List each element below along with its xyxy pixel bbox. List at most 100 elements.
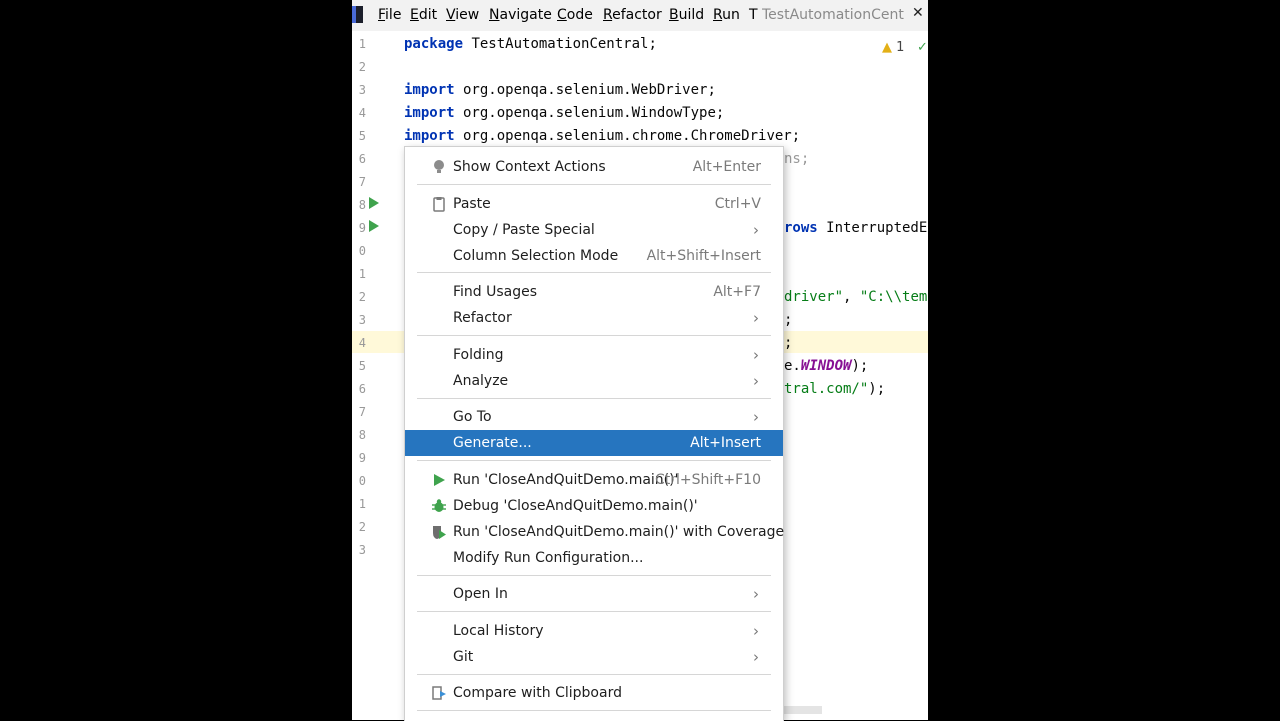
code-line: import org.openqa.selenium.WebDriver;	[404, 82, 716, 98]
lightbulb-icon	[431, 159, 447, 175]
menu-separator	[417, 272, 771, 273]
menu-item-paste[interactable]: Paste Ctrl+V	[405, 191, 783, 217]
line-number: 3	[358, 83, 366, 97]
menu-separator	[417, 575, 771, 576]
menu-item-shortcut: Ctrl+V	[714, 196, 761, 212]
line-number: 2	[358, 290, 366, 304]
chevron-right-icon: ›	[753, 372, 759, 390]
menu-item-label: Column Selection Mode	[453, 248, 619, 264]
run-gutter-icon[interactable]	[369, 220, 379, 232]
line-number: 9	[358, 451, 366, 465]
menu-item-label: Find Usages	[453, 284, 538, 300]
menu-item-find-usages[interactable]: Find Usages Alt+F7	[405, 279, 783, 305]
menu-item-label: Open In	[453, 586, 508, 602]
line-number: 6	[358, 152, 366, 166]
menu-code[interactable]: Code	[557, 7, 593, 23]
menu-item-label: Run 'CloseAndQuitDemo.main()' with Cover…	[453, 524, 785, 540]
line-number: 2	[358, 60, 366, 74]
menu-separator	[417, 184, 771, 185]
menu-item-git[interactable]: Git ›	[405, 644, 783, 670]
menu-item-shortcut: Alt+F7	[713, 284, 761, 300]
line-number: 5	[358, 129, 366, 143]
menu-item-debug[interactable]: Debug 'CloseAndQuitDemo.main()'	[405, 493, 783, 519]
menu-item-modify-run-configuration[interactable]: Modify Run Configuration...	[405, 545, 783, 571]
menu-build[interactable]: Build	[669, 7, 704, 23]
menu-separator	[417, 335, 771, 336]
menu-view[interactable]: View	[446, 7, 479, 23]
close-icon[interactable]: ✕	[912, 5, 924, 21]
run-icon	[431, 472, 447, 488]
code-line: import org.openqa.selenium.chrome.Chrome…	[404, 128, 801, 144]
menu-item-generate[interactable]: Generate... Alt+Insert	[405, 430, 783, 456]
menu-item-run-with-coverage[interactable]: Run 'CloseAndQuitDemo.main()' with Cover…	[405, 519, 785, 545]
menu-truncated[interactable]: T	[749, 7, 758, 23]
code-line-fragment: tral.com/");	[784, 381, 886, 397]
menu-bar: File Edit View Navigate Code Refactor Bu…	[352, 0, 928, 31]
code-line: import org.openqa.selenium.WindowType;	[404, 105, 725, 121]
warning-icon: ▲	[882, 40, 892, 55]
line-number: 4	[358, 336, 366, 350]
menu-item-local-history[interactable]: Local History ›	[405, 618, 783, 644]
line-number: 1	[358, 37, 366, 51]
code-line-fragment: rows InterruptedEx	[784, 220, 928, 236]
menu-item-column-selection-mode[interactable]: Column Selection Mode Alt+Shift+Insert	[405, 243, 783, 269]
run-gutter-icon[interactable]	[369, 197, 379, 209]
menu-separator	[417, 710, 771, 711]
line-number: 7	[358, 405, 366, 419]
line-number: 8	[358, 198, 366, 212]
intellij-logo-icon	[352, 6, 363, 23]
menu-run[interactable]: Run	[713, 7, 740, 23]
menu-item-shortcut: Alt+Enter	[692, 159, 761, 175]
code-line-fragment: ns;	[784, 151, 810, 167]
chevron-right-icon: ›	[753, 648, 759, 666]
check-icon: ✓	[917, 40, 928, 55]
line-number: 3	[358, 543, 366, 557]
menu-item-shortcut: Alt+Insert	[690, 435, 761, 451]
code-line-fragment: ;	[784, 312, 793, 328]
menu-item-open-in[interactable]: Open In ›	[405, 581, 783, 607]
menu-item-compare-with-clipboard[interactable]: Compare with Clipboard	[405, 680, 783, 706]
chevron-right-icon: ›	[753, 408, 759, 426]
line-number: 5	[358, 359, 366, 373]
line-number: 9	[358, 221, 366, 235]
chevron-right-icon: ›	[753, 346, 759, 364]
debug-bug-icon	[431, 498, 447, 514]
code-line-fragment: e.WINDOW);	[784, 358, 869, 374]
menu-item-label: Modify Run Configuration...	[453, 550, 644, 566]
warning-indicator[interactable]: ▲ 1	[882, 40, 904, 55]
menu-item-label: Analyze	[453, 373, 509, 389]
menu-item-label: Refactor	[453, 310, 512, 326]
menu-item-label: Compare with Clipboard	[453, 685, 622, 701]
menu-refactor[interactable]: Refactor	[603, 7, 662, 23]
menu-navigate[interactable]: Navigate	[489, 7, 552, 23]
menu-separator	[417, 460, 771, 461]
chevron-right-icon: ›	[753, 622, 759, 640]
line-number: 1	[358, 267, 366, 281]
menu-item-go-to[interactable]: Go To ›	[405, 404, 783, 430]
horizontal-scrollbar[interactable]	[782, 706, 822, 714]
line-number: 3	[358, 313, 366, 327]
menu-item-shortcut: Ctrl+Shift+F10	[654, 472, 761, 488]
line-number: 2	[358, 520, 366, 534]
menu-item-refactor[interactable]: Refactor ›	[405, 305, 783, 331]
line-number: 7	[358, 175, 366, 189]
clipboard-icon	[431, 196, 447, 212]
menu-separator	[417, 611, 771, 612]
menu-file[interactable]: File	[378, 7, 401, 23]
line-number: 1	[358, 497, 366, 511]
menu-item-show-context-actions[interactable]: Show Context Actions Alt+Enter	[405, 154, 783, 180]
code-line-fragment: driver", "C:\\temp	[784, 289, 928, 305]
window-title: TestAutomationCentral	[762, 7, 904, 23]
menu-item-analyze[interactable]: Analyze ›	[405, 368, 783, 394]
code-line-fragment: ;	[784, 335, 793, 351]
line-number: 4	[358, 106, 366, 120]
menu-item-run[interactable]: Run 'CloseAndQuitDemo.main()' Ctrl+Shift…	[405, 467, 783, 493]
compare-clipboard-icon	[431, 685, 447, 701]
menu-item-label: Local History	[453, 623, 544, 639]
menu-separator	[417, 398, 771, 399]
menu-item-folding[interactable]: Folding ›	[405, 342, 783, 368]
chevron-right-icon: ›	[753, 309, 759, 327]
coverage-icon	[431, 524, 447, 540]
menu-item-copy-paste-special[interactable]: Copy / Paste Special ›	[405, 217, 783, 243]
menu-edit[interactable]: Edit	[410, 7, 437, 23]
